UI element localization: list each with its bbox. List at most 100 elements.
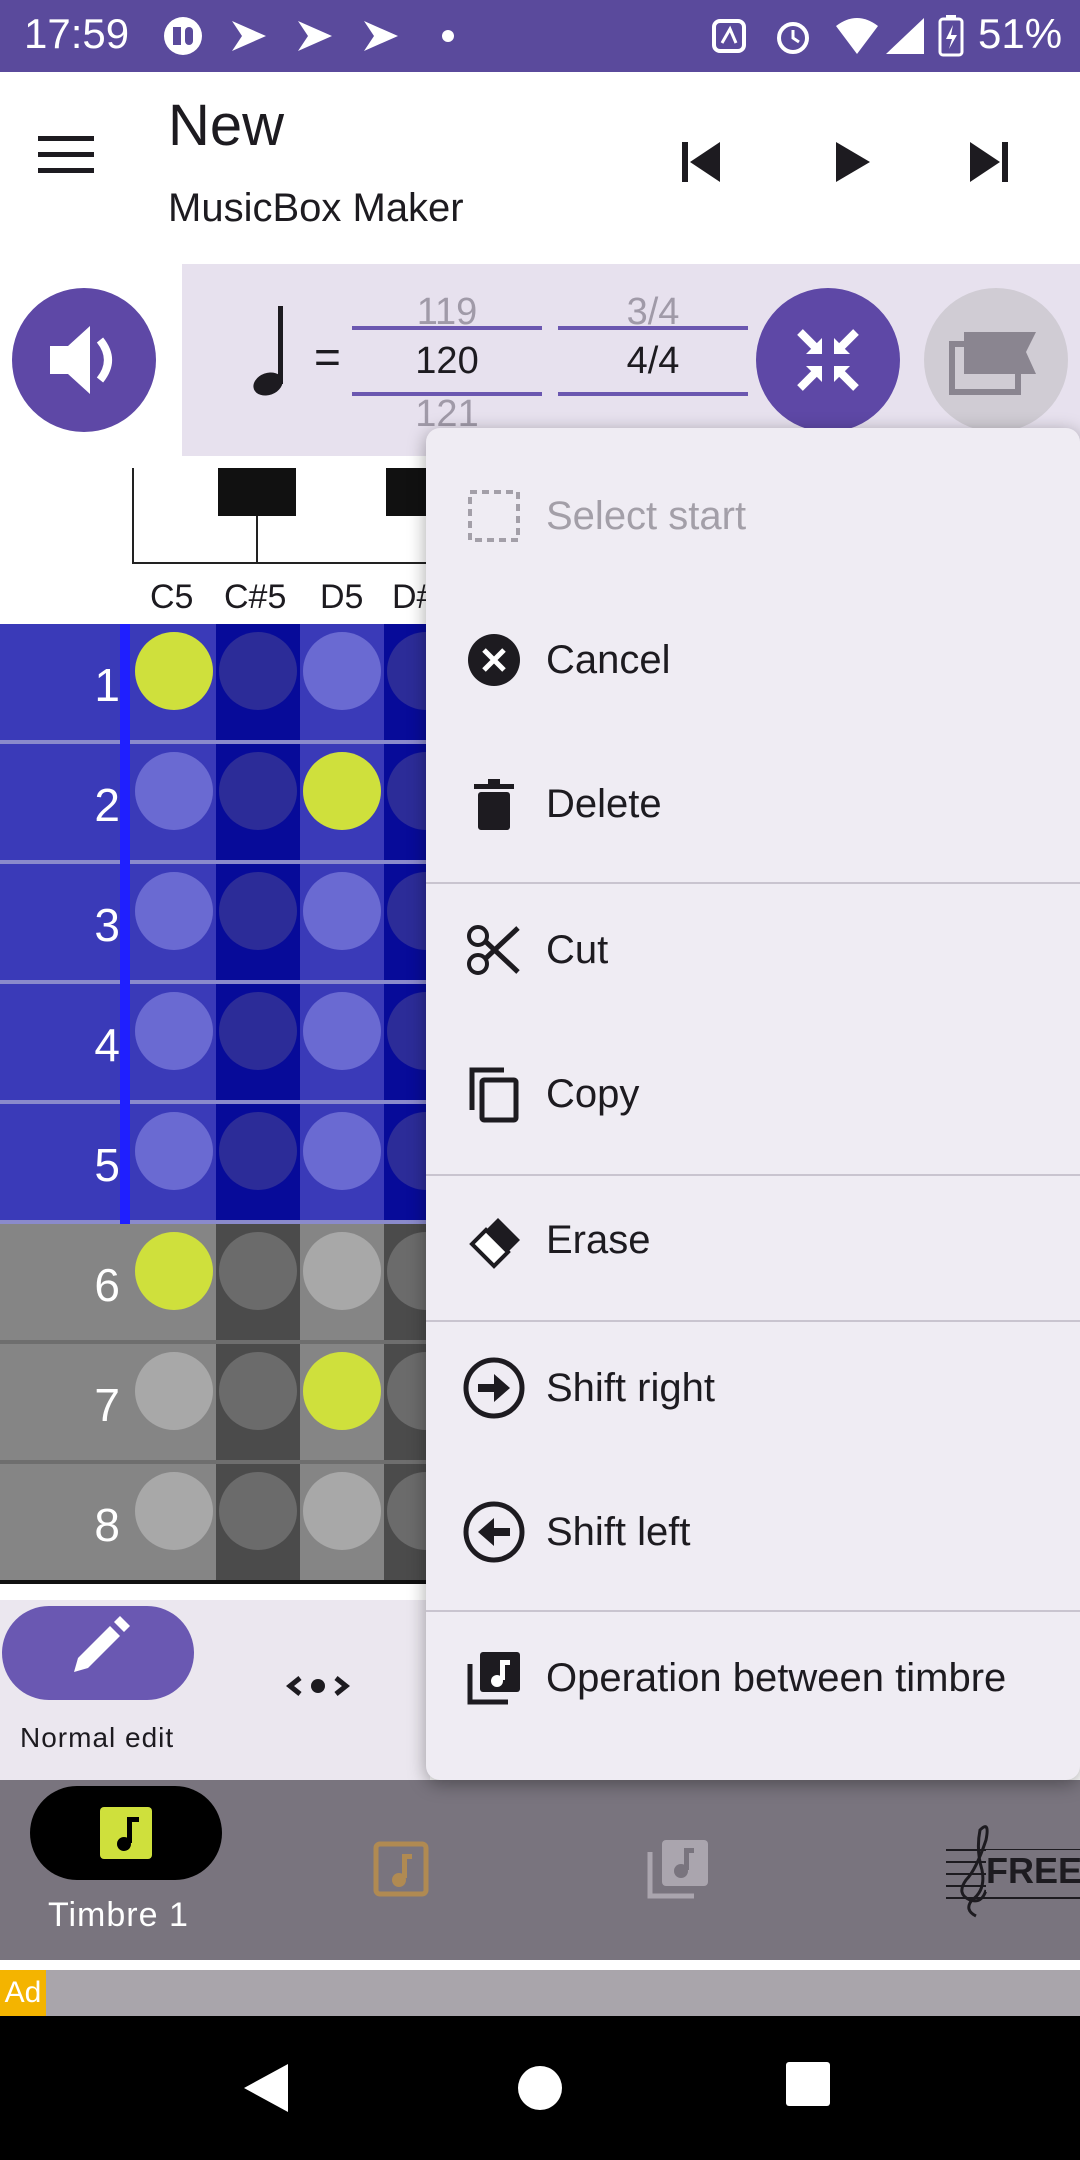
skip-next-icon xyxy=(970,142,1008,182)
sig-value: 4/4 xyxy=(626,340,680,382)
note-active[interactable] xyxy=(135,632,213,710)
menu-item-operation-between-timbre[interactable]: Operation between timbre xyxy=(426,1608,1080,1748)
note-empty[interactable] xyxy=(219,992,297,1070)
note-empty[interactable] xyxy=(303,632,381,710)
menu-item-erase[interactable]: Erase xyxy=(426,1170,1080,1310)
flag-layers-icon xyxy=(949,332,1036,395)
trash-icon xyxy=(462,772,526,836)
app-icon xyxy=(160,14,206,58)
back-button[interactable] xyxy=(236,2058,296,2118)
note-active[interactable] xyxy=(303,752,381,830)
timbre-library-tab[interactable] xyxy=(644,1834,712,1902)
collapse-icon xyxy=(797,329,859,391)
recents-button[interactable] xyxy=(784,2060,834,2110)
menu-item-label: Operation between timbre xyxy=(546,1655,1007,1700)
note-empty[interactable] xyxy=(135,1112,213,1190)
collapse-button[interactable] xyxy=(756,288,900,432)
free-score-logo[interactable]: FREE xyxy=(946,1820,1080,1920)
status-time: 17:59 xyxy=(24,10,130,57)
menu-divider xyxy=(426,1174,1080,1176)
arrow-left-circle-icon xyxy=(462,1500,526,1564)
loop-marker-button[interactable] xyxy=(924,288,1068,432)
menu-item-shift-left[interactable]: Shift left xyxy=(426,1462,1080,1602)
note-active[interactable] xyxy=(135,1232,213,1310)
row-number: 1 xyxy=(94,659,120,711)
menu-item-label: Cut xyxy=(546,927,609,972)
note-empty[interactable] xyxy=(219,752,297,830)
note-empty[interactable] xyxy=(219,1352,297,1430)
alarm-icon xyxy=(770,14,816,58)
note-empty[interactable] xyxy=(303,1112,381,1190)
arrow-right-circle-icon xyxy=(462,1356,526,1420)
row-number: 6 xyxy=(94,1259,120,1311)
row-number: 5 xyxy=(94,1139,120,1191)
skip-previous-icon xyxy=(682,142,720,182)
bpm-picker[interactable]: 119 120 121 xyxy=(352,290,542,440)
note-empty[interactable] xyxy=(219,872,297,950)
menu-item-label: Delete xyxy=(546,781,662,826)
ad-banner[interactable] xyxy=(0,1970,1080,2016)
picker-divider xyxy=(558,392,748,396)
black-key[interactable] xyxy=(218,468,296,516)
time-signature-picker[interactable]: 3/4 4/4 xyxy=(558,290,748,440)
note-empty[interactable] xyxy=(219,1472,297,1550)
select-dashed-icon xyxy=(462,484,526,548)
menu-item-delete[interactable]: Delete xyxy=(426,734,1080,874)
note-empty[interactable] xyxy=(219,1112,297,1190)
key-label-d5: D5 xyxy=(320,578,364,616)
ad-tag: Ad xyxy=(0,1970,46,2016)
sound-toggle-button[interactable] xyxy=(12,288,156,432)
note-empty[interactable] xyxy=(303,872,381,950)
music-library-icon xyxy=(462,1646,526,1710)
eraser-icon xyxy=(462,1208,526,1272)
timbre-1-tab[interactable] xyxy=(30,1786,222,1880)
row-number: 8 xyxy=(94,1499,120,1551)
play-icon xyxy=(836,142,870,182)
volume-icon xyxy=(50,326,112,394)
song-title: New xyxy=(168,93,285,158)
note-empty[interactable] xyxy=(303,1472,381,1550)
menu-item-copy[interactable]: Copy xyxy=(426,1024,1080,1164)
note-empty[interactable] xyxy=(135,752,213,830)
bpm-value: 120 xyxy=(415,340,479,382)
menu-item-cancel[interactable]: Cancel xyxy=(426,590,1080,730)
note-empty[interactable] xyxy=(135,1352,213,1430)
menu-divider xyxy=(426,882,1080,884)
pencil-icon xyxy=(74,1616,130,1672)
play-button[interactable] xyxy=(820,132,900,204)
timbre-tab-2[interactable] xyxy=(370,1838,434,1902)
row-number: 3 xyxy=(94,899,120,951)
music-library-icon xyxy=(647,1840,708,1899)
menu-divider xyxy=(426,1610,1080,1612)
key-label-c5: C5 xyxy=(150,578,194,616)
note-empty[interactable] xyxy=(135,1472,213,1550)
scissors-icon xyxy=(462,918,526,982)
row-separator xyxy=(0,1580,430,1584)
note-empty[interactable] xyxy=(219,1232,297,1310)
home-circle-icon xyxy=(518,2066,562,2110)
home-button[interactable] xyxy=(510,2062,570,2122)
menu-item-cut[interactable]: Cut xyxy=(426,880,1080,1020)
battery-percent: 51% xyxy=(978,10,1063,57)
skip-next-button[interactable] xyxy=(960,132,1040,204)
equals-sign: = xyxy=(314,331,341,383)
note-empty[interactable] xyxy=(135,992,213,1070)
copy-icon xyxy=(462,1062,526,1126)
play-store-icon xyxy=(358,14,404,58)
note-empty[interactable] xyxy=(135,872,213,950)
play-store-icon xyxy=(292,14,338,58)
menu-item-label: Copy xyxy=(546,1071,640,1116)
dot-icon xyxy=(438,14,458,58)
menu-button[interactable] xyxy=(38,132,128,202)
menu-item-label: Cancel xyxy=(546,637,671,682)
normal-edit-button[interactable] xyxy=(2,1606,194,1700)
note-empty[interactable] xyxy=(303,992,381,1070)
free-label: FREE xyxy=(986,1850,1080,1892)
menu-item-shift-right[interactable]: Shift right xyxy=(426,1318,1080,1458)
note-active[interactable] xyxy=(303,1352,381,1430)
row-number: 2 xyxy=(94,779,120,831)
note-empty[interactable] xyxy=(219,632,297,710)
skip-previous-button[interactable] xyxy=(670,132,750,204)
note-empty[interactable] xyxy=(303,1232,381,1310)
drag-handle-icon[interactable] xyxy=(285,1666,351,1706)
